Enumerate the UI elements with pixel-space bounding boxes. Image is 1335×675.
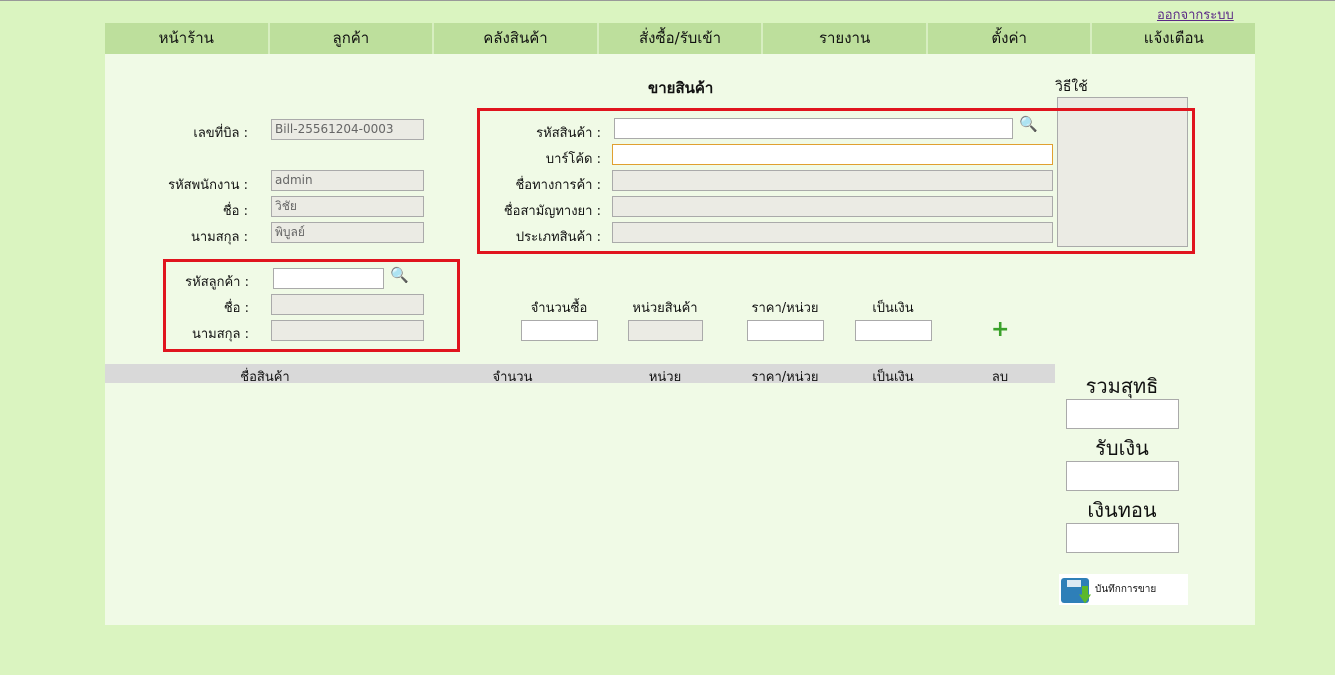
nav-storefront[interactable]: หน้าร้าน xyxy=(105,23,270,54)
qty-input[interactable] xyxy=(521,320,598,341)
received-textarea[interactable] xyxy=(1066,461,1179,491)
generic-name-field xyxy=(612,196,1053,217)
col-product-name: ชื่อสินค้า xyxy=(240,370,290,385)
customer-surname-label: นามสกุล : xyxy=(191,327,249,342)
main-nav: หน้าร้าน ลูกค้า คลังสินค้า สั่งซื้อ/รับเ… xyxy=(105,23,1255,54)
nav-reports[interactable]: รายงาน xyxy=(763,23,928,54)
employee-name-label: ชื่อ : xyxy=(222,204,248,219)
product-type-label: ประเภทสินค้า : xyxy=(515,230,601,245)
barcode-input[interactable] xyxy=(612,144,1053,165)
barcode-label: บาร์โค้ด : xyxy=(545,152,601,167)
nav-alerts[interactable]: แจ้งเตือน xyxy=(1092,23,1255,54)
generic-name-label: ชื่อสามัญทางยา : xyxy=(503,204,601,219)
customer-id-input[interactable] xyxy=(273,268,384,289)
col-delete: ลบ xyxy=(991,370,1009,385)
add-item-plus-icon[interactable]: + xyxy=(991,319,1009,341)
product-code-label: รหัสสินค้า : xyxy=(536,126,601,141)
received-label: รับเงิน xyxy=(1095,436,1149,460)
net-total-textarea[interactable] xyxy=(1066,399,1179,429)
bill-label: เลขที่บิล : xyxy=(193,126,248,141)
change-textarea[interactable] xyxy=(1066,523,1179,553)
customer-name-field xyxy=(271,294,424,315)
bill-number-field: Bill-25561204-0003 xyxy=(271,119,424,140)
col-price: ราคา/หน่วย xyxy=(751,370,819,385)
save-disk-icon xyxy=(1059,576,1095,604)
howto-label: วิธีใช้ xyxy=(1055,79,1088,95)
amount-input[interactable] xyxy=(855,320,932,341)
unit-field xyxy=(628,320,703,341)
save-sale-button[interactable]: บันทึกการขาย xyxy=(1059,574,1188,605)
qty-label: จำนวนซื้อ xyxy=(530,301,588,316)
employee-id-label: รหัสพนักงาน : xyxy=(168,178,248,193)
col-unit: หน่วย xyxy=(648,370,682,385)
nav-inventory[interactable]: คลังสินค้า xyxy=(434,23,599,54)
col-amount: เป็นเงิน xyxy=(872,370,914,385)
employee-name-field: วิชัย xyxy=(271,196,424,217)
customer-surname-field xyxy=(271,320,424,341)
trade-name-label: ชื่อทางการค้า : xyxy=(515,178,601,193)
price-input[interactable] xyxy=(747,320,824,341)
nav-customers[interactable]: ลูกค้า xyxy=(270,23,435,54)
customer-id-label: รหัสลูกค้า : xyxy=(185,275,249,290)
trade-name-field xyxy=(612,170,1053,191)
customer-search-icon[interactable]: 🔍 xyxy=(390,266,409,284)
product-search-icon[interactable]: 🔍 xyxy=(1019,115,1038,133)
logout-link[interactable]: ออกจากระบบ xyxy=(1157,4,1234,25)
product-code-input[interactable] xyxy=(614,118,1013,139)
customer-name-label: ชื่อ : xyxy=(223,301,249,316)
employee-id-field: admin xyxy=(271,170,424,191)
col-qty: จำนวน xyxy=(492,370,533,385)
nav-settings[interactable]: ตั้งค่า xyxy=(928,23,1093,54)
net-total-label: รวมสุทธิ xyxy=(1085,374,1159,398)
product-type-field xyxy=(612,222,1053,243)
employee-surname-field: พิบูลย์ xyxy=(271,222,424,243)
page-title: ขายสินค้า xyxy=(648,79,714,97)
price-label: ราคา/หน่วย xyxy=(751,301,819,316)
change-label: เงินทอน xyxy=(1087,498,1157,522)
employee-surname-label: นามสกุล : xyxy=(190,230,248,245)
save-sale-label: บันทึกการขาย xyxy=(1095,584,1157,595)
unit-label: หน่วยสินค้า xyxy=(632,301,698,316)
amount-label: เป็นเงิน xyxy=(872,301,914,316)
nav-purchasing[interactable]: สั่งซื้อ/รับเข้า xyxy=(599,23,764,54)
